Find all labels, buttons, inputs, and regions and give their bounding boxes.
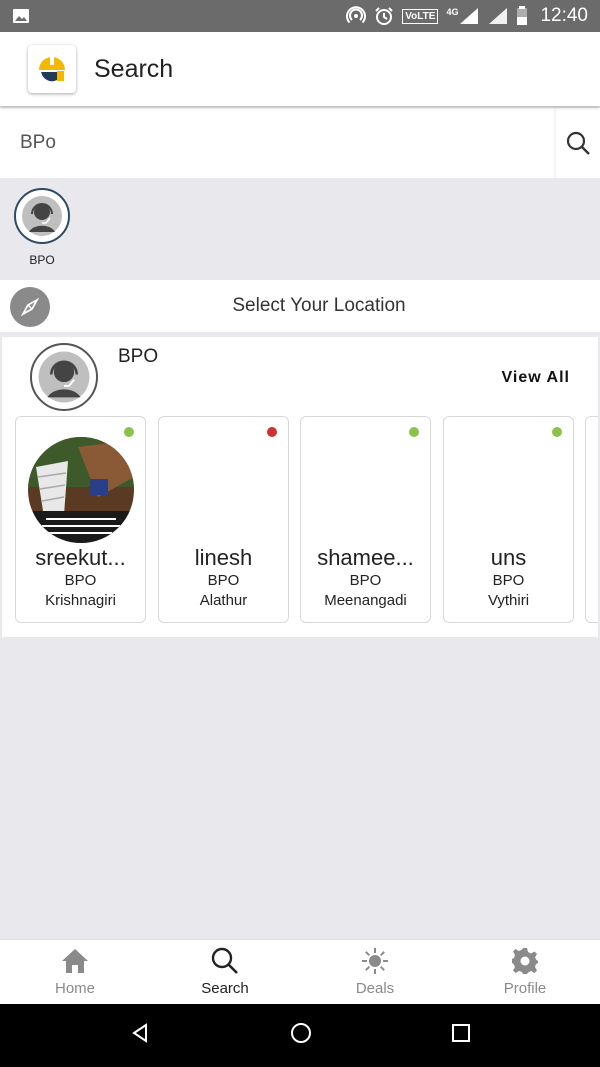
image-notification-icon — [12, 8, 30, 24]
logo-icon — [39, 57, 65, 82]
gear-icon — [512, 948, 538, 974]
view-all-link[interactable]: View All — [502, 369, 570, 387]
search-icon — [211, 947, 238, 974]
app-logo[interactable] — [28, 45, 76, 93]
nav-deals[interactable]: Deals — [300, 940, 450, 1004]
vendor-name: sreekut... — [35, 545, 126, 570]
status-bar: VoLTE 4G 12:40 — [0, 0, 600, 32]
vendor-photo — [28, 437, 134, 543]
search-input[interactable] — [0, 108, 556, 178]
home-circle-icon[interactable] — [289, 1021, 313, 1050]
nav-label: Deals — [355, 980, 395, 997]
vendor-card[interactable]: shamee... BPO Meenangadi — [300, 416, 431, 623]
nav-label: Profile — [503, 980, 547, 997]
vendor-card[interactable]: uns BPO Vythiri — [443, 416, 574, 623]
volte-badge: VoLTE — [402, 8, 439, 24]
vendor-card[interactable]: sreekut... BPO Krishnagiri — [15, 416, 146, 623]
vendor-category: BPO — [207, 572, 240, 589]
recents-icon[interactable] — [451, 1023, 471, 1048]
online-status-dot — [409, 427, 419, 437]
compass-icon — [10, 287, 50, 327]
hotspot-icon — [346, 6, 367, 26]
page-title: Search — [94, 54, 174, 83]
category-label: BPO — [29, 253, 55, 267]
support-agent-icon — [38, 351, 90, 403]
search-button[interactable] — [556, 108, 600, 178]
vendor-category: BPO — [492, 572, 525, 589]
vendor-category: BPO — [349, 572, 382, 589]
vendor-name: shamee... — [317, 545, 414, 570]
category-avatar — [14, 188, 70, 244]
category-strip: BPO — [0, 178, 600, 280]
vendor-card[interactable]: linesh BPO Alathur — [158, 416, 289, 623]
app-bar: Search — [0, 32, 600, 106]
clock: 12:40 — [540, 5, 588, 26]
offline-status-dot — [267, 427, 277, 437]
result-category-avatar — [30, 343, 98, 411]
home-icon — [62, 949, 88, 973]
online-status-dot — [124, 427, 134, 437]
vendor-name: linesh — [194, 545, 253, 570]
vendor-category: BPO — [64, 572, 97, 589]
battery-icon — [516, 6, 528, 26]
location-selector[interactable]: Select Your Location — [0, 280, 600, 332]
vendor-location: Vythiri — [487, 592, 530, 609]
vendor-card-partial[interactable] — [585, 416, 598, 623]
nav-home[interactable]: Home — [0, 940, 150, 1004]
vendor-location: Krishnagiri — [45, 592, 116, 609]
signal-2-icon — [488, 7, 508, 25]
signal-icon: 4G — [446, 7, 480, 25]
result-title: BPO — [118, 346, 159, 367]
bottom-nav: Home Search Deals Profile — [0, 939, 600, 1004]
nav-profile[interactable]: Profile — [450, 940, 600, 1004]
sun-icon — [362, 948, 388, 974]
network-type: 4G — [446, 7, 459, 17]
back-icon[interactable] — [129, 1022, 151, 1049]
online-status-dot — [552, 427, 562, 437]
vendor-location: Meenangadi — [324, 592, 407, 609]
vendor-list: sreekut... BPO Krishnagiri linesh BPO Al… — [15, 416, 598, 626]
nav-label: Home — [54, 980, 95, 997]
support-agent-icon — [22, 196, 62, 236]
alarm-icon — [374, 6, 394, 26]
system-nav-bar — [0, 1004, 600, 1067]
nav-label: Search — [201, 980, 249, 997]
vendor-location: Alathur — [199, 592, 248, 609]
nav-search[interactable]: Search — [150, 940, 300, 1004]
category-result-card: BPO View All sreekut... BPO Krishnagiri — [2, 337, 598, 637]
search-bar — [0, 108, 600, 178]
vendor-name: uns — [490, 545, 527, 570]
location-label: Select Your Location — [232, 295, 406, 316]
search-icon — [566, 131, 590, 155]
category-item-bpo[interactable]: BPO — [14, 188, 70, 267]
